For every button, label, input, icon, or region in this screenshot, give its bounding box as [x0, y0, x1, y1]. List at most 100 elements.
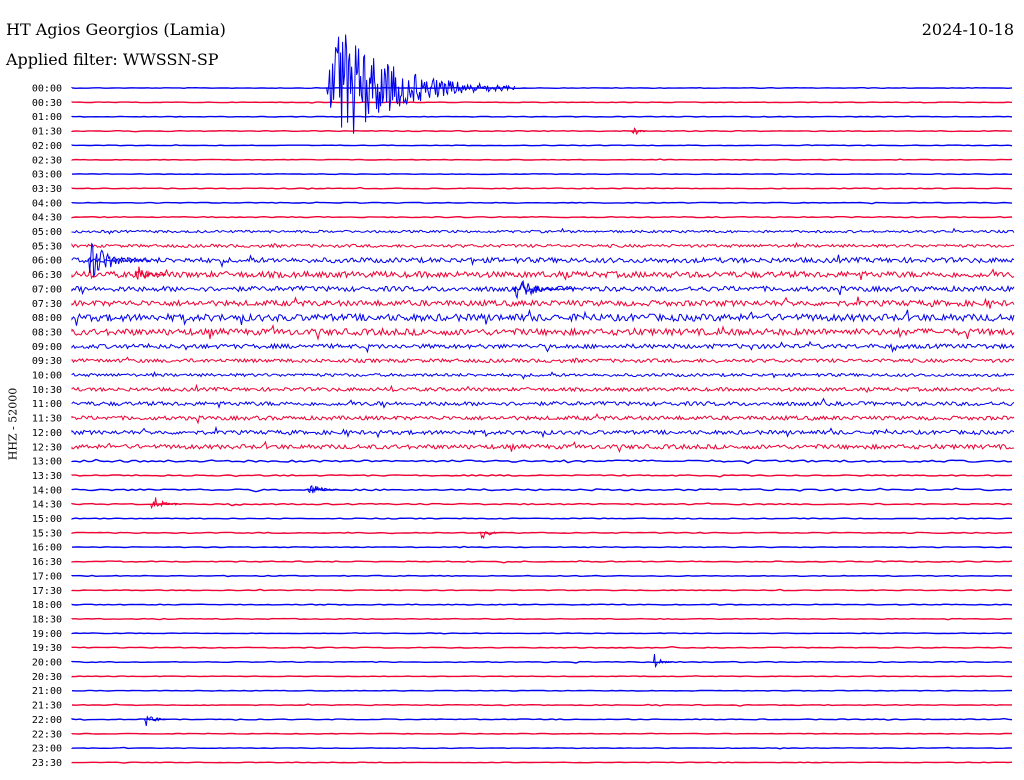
trace-row [71, 440, 1014, 454]
trace-row [71, 201, 1013, 205]
row-label: 07:30 [32, 299, 62, 310]
trace-row [71, 617, 1013, 621]
row-label: 08:00 [32, 313, 62, 324]
row-label: 01:00 [32, 112, 62, 123]
row-label: 13:30 [32, 471, 62, 482]
row-label: 23:00 [32, 744, 62, 755]
event-waveform [143, 715, 167, 727]
trace-row [71, 660, 1013, 664]
row-label: 11:30 [32, 414, 62, 425]
trace-row [71, 101, 1013, 104]
trace-row [71, 517, 1013, 520]
trace-row [71, 545, 1013, 549]
trace-row [71, 474, 1013, 478]
trace-row [71, 559, 1013, 564]
event-waveform [653, 653, 672, 669]
trace-row [71, 308, 1015, 326]
row-label: 00:00 [32, 84, 62, 95]
row-label: 18:30 [32, 614, 62, 625]
row-label: 16:30 [32, 557, 62, 568]
event-waveform [150, 497, 182, 510]
row-label: 14:00 [32, 485, 62, 496]
trace-row [71, 215, 1013, 219]
row-label: 17:00 [32, 571, 62, 582]
trace-row [71, 371, 1015, 380]
trace-row [71, 761, 1013, 764]
trace-row [71, 413, 1015, 425]
event-waveform [631, 127, 647, 135]
row-label: 12:00 [32, 428, 62, 439]
helicorder-plot: 00:00 00:30 01:00 01:30 02:00 02:30 03:00 03:30… [32, 34, 1015, 769]
row-label: 02:00 [32, 141, 62, 152]
row-label: 00:30 [32, 98, 62, 109]
trace-row [71, 356, 1015, 364]
trace-row [71, 458, 1013, 465]
trace-row [71, 268, 1015, 281]
row-label: 05:30 [32, 241, 62, 252]
row-label: 16:00 [32, 543, 62, 554]
trace-row [71, 115, 1013, 118]
trace-row [71, 732, 1012, 735]
time-axis-labels: 00:00 00:30 01:00 01:30 02:00 02:30 03:00 03:30… [32, 84, 62, 769]
trace-row [71, 703, 1012, 707]
trace-row [71, 487, 1013, 493]
trace-row [71, 296, 1015, 309]
event-waveform [307, 485, 339, 494]
trace-row [71, 588, 1013, 592]
row-label: 15:30 [32, 528, 62, 539]
trace-row [71, 227, 1015, 235]
trace-row [71, 86, 1013, 90]
trace-row [71, 129, 1012, 133]
row-label: 20:30 [32, 672, 62, 683]
trace-row [71, 425, 1015, 439]
row-label: 04:00 [32, 198, 62, 209]
trace-row [71, 645, 1013, 649]
row-label: 10:00 [32, 371, 62, 382]
trace-row [71, 675, 1013, 678]
row-label: 20:00 [32, 658, 62, 669]
trace-row [71, 632, 1013, 635]
trace-row [71, 241, 1015, 249]
row-label: 01:30 [32, 127, 62, 138]
trace-row [71, 254, 1015, 269]
row-label: 02:30 [32, 155, 62, 166]
row-label: 10:30 [32, 385, 62, 396]
row-label: 18:00 [32, 600, 62, 611]
trace-row [71, 172, 1013, 176]
trace-row [71, 717, 1013, 721]
row-label: 09:00 [32, 342, 62, 353]
row-label: 21:30 [32, 701, 62, 712]
trace-row [71, 324, 1015, 341]
row-label: 15:00 [32, 514, 62, 525]
row-label: 09:30 [32, 356, 62, 367]
row-label: 21:00 [32, 686, 62, 697]
trace-row [71, 397, 1015, 410]
row-label: 05:00 [32, 227, 62, 238]
row-label: 11:00 [32, 399, 62, 410]
row-label: 06:30 [32, 270, 62, 281]
traces [71, 86, 1015, 764]
row-label: 08:30 [32, 327, 62, 338]
trace-row [71, 383, 1015, 394]
row-label: 17:30 [32, 586, 62, 597]
row-label: 14:30 [32, 500, 62, 511]
row-label: 03:30 [32, 184, 62, 195]
row-label: 03:00 [32, 170, 62, 181]
event-waveforms [87, 34, 672, 727]
row-label: 23:30 [32, 758, 62, 769]
trace-row [71, 158, 1013, 161]
row-label: 22:30 [32, 729, 62, 740]
row-label: 19:30 [32, 643, 62, 654]
trace-row [71, 340, 1015, 354]
trace-row [71, 574, 1013, 578]
trace-row [71, 689, 1013, 692]
trace-row [71, 531, 1013, 535]
row-label: 12:30 [32, 442, 62, 453]
row-label: 06:00 [32, 256, 62, 267]
trace-row [71, 603, 1013, 606]
trace-row [71, 186, 1013, 190]
event-waveform [326, 34, 516, 134]
trace-row [71, 144, 1013, 147]
row-label: 22:00 [32, 715, 62, 726]
row-label: 07:00 [32, 284, 62, 295]
